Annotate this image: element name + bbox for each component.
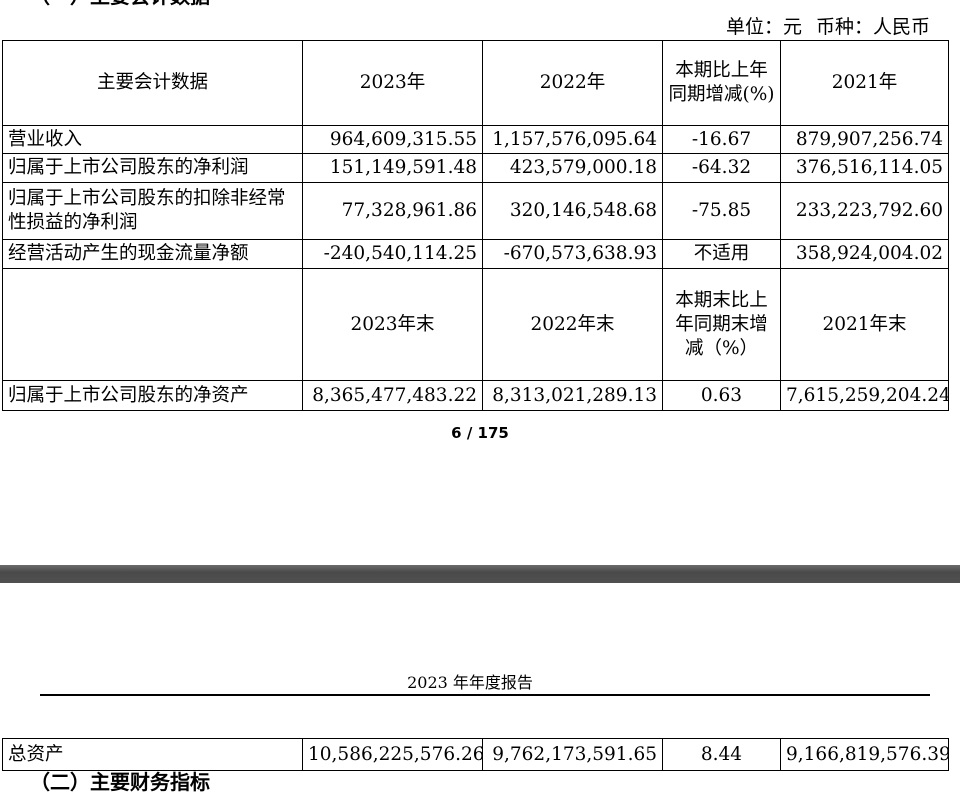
row-label: 营业收入 bbox=[2, 125, 303, 154]
currency-label: 币种：人民币 bbox=[815, 16, 930, 38]
header-cell: 本期末比上年同期末增减（%） bbox=[662, 268, 781, 381]
section-heading: （一）主要会计数据 bbox=[30, 0, 210, 8]
value-2021: 358,924,004.02 bbox=[780, 239, 949, 269]
change-percent: 不适用 bbox=[662, 239, 781, 269]
running-header: 2023 年年度报告 bbox=[407, 673, 533, 692]
accounting-data-table-continued: 总资产 10,586,225,576.26 9,762,173,591.65 8… bbox=[2, 738, 949, 771]
row-label: 归属于上市公司股东的扣除非经常性损益的净利润 bbox=[2, 182, 303, 240]
value-2022: 320,146,548.68 bbox=[482, 182, 663, 240]
accounting-data-table: 主要会计数据 2023年 2022年 本期比上年同期增减(%) 2021年 营业… bbox=[2, 40, 949, 411]
value-2021: 9,166,819,576.39 bbox=[780, 738, 949, 771]
value-2021: 376,516,114.05 bbox=[780, 153, 949, 183]
header-rule bbox=[40, 694, 930, 696]
value-2022: 9,762,173,591.65 bbox=[482, 738, 663, 771]
value-2022: 8,313,021,289.13 bbox=[482, 380, 663, 411]
value-2023: 8,365,477,483.22 bbox=[302, 380, 483, 411]
change-percent: -75.85 bbox=[662, 182, 781, 240]
table-row: 经营活动产生的现金流量净额 -240,540,114.25 -670,573,6… bbox=[2, 239, 949, 269]
change-percent: 8.44 bbox=[662, 738, 781, 771]
table-header-row: 主要会计数据 2023年 2022年 本期比上年同期增减(%) 2021年 bbox=[2, 40, 949, 126]
table-row: 归属于上市公司股东的扣除非经常性损益的净利润 77,328,961.86 320… bbox=[2, 182, 949, 240]
row-label: 经营活动产生的现金流量净额 bbox=[2, 239, 303, 269]
row-label: 归属于上市公司股东的净利润 bbox=[2, 153, 303, 183]
value-2023: 10,586,225,576.26 bbox=[302, 738, 483, 771]
table-header-row: 2023年末 2022年末 本期末比上年同期末增减（%） 2021年末 bbox=[2, 268, 949, 381]
row-label: 总资产 bbox=[2, 738, 303, 771]
header-cell: 主要会计数据 bbox=[2, 40, 303, 126]
unit-label: 单位：元 bbox=[725, 16, 802, 38]
header-cell: 2022年 bbox=[482, 40, 663, 126]
value-2021: 233,223,792.60 bbox=[780, 182, 949, 240]
row-label: 归属于上市公司股东的净资产 bbox=[2, 380, 303, 411]
header-cell bbox=[2, 268, 303, 381]
header-cell: 2022年末 bbox=[482, 268, 663, 381]
value-2021: 879,907,256.74 bbox=[780, 125, 949, 154]
change-percent: 0.63 bbox=[662, 380, 781, 411]
header-cell: 2023年 bbox=[302, 40, 483, 126]
next-section-heading: （二）主要财务指标 bbox=[30, 770, 210, 794]
value-2023: 964,609,315.55 bbox=[302, 125, 483, 154]
header-cell: 2021年末 bbox=[780, 268, 949, 381]
page-divider bbox=[0, 565, 960, 583]
value-2022: -670,573,638.93 bbox=[482, 239, 663, 269]
value-2022: 423,579,000.18 bbox=[482, 153, 663, 183]
change-percent: -16.67 bbox=[662, 125, 781, 154]
value-2023: 77,328,961.86 bbox=[302, 182, 483, 240]
table-row: 营业收入 964,609,315.55 1,157,576,095.64 -16… bbox=[2, 125, 949, 154]
table-row: 归属于上市公司股东的净资产 8,365,477,483.22 8,313,021… bbox=[2, 380, 949, 411]
header-cell: 本期比上年同期增减(%) bbox=[662, 40, 781, 126]
header-cell: 2021年 bbox=[780, 40, 949, 126]
value-2023: -240,540,114.25 bbox=[302, 239, 483, 269]
page-number: 6 / 175 bbox=[451, 424, 509, 442]
table-row: 总资产 10,586,225,576.26 9,762,173,591.65 8… bbox=[2, 738, 949, 771]
value-2023: 151,149,591.48 bbox=[302, 153, 483, 183]
header-cell: 2023年末 bbox=[302, 268, 483, 381]
value-2021: 7,615,259,204.24 bbox=[780, 380, 949, 411]
value-2022: 1,157,576,095.64 bbox=[482, 125, 663, 154]
table-row: 归属于上市公司股东的净利润 151,149,591.48 423,579,000… bbox=[2, 153, 949, 183]
unit-currency-line: 单位：元 币种：人民币 bbox=[672, 14, 930, 40]
change-percent: -64.32 bbox=[662, 153, 781, 183]
